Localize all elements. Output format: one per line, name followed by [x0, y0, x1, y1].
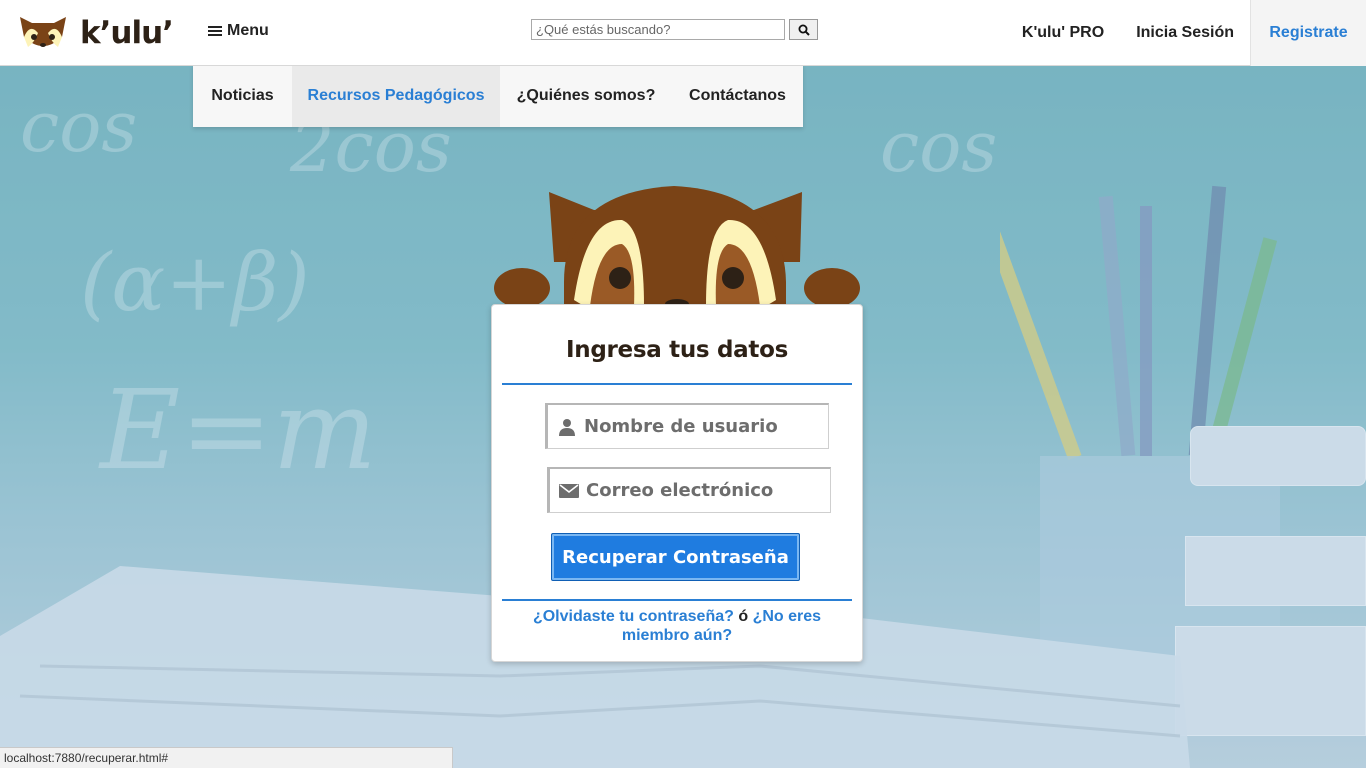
hamburger-icon [208, 24, 222, 38]
brand-name: k’ulu’ [80, 15, 174, 51]
password-recovery-card: Ingresa tus datos Recuperar Contraseña ¿… [491, 304, 863, 662]
search-input[interactable] [531, 19, 785, 40]
menu-item-quienes[interactable]: ¿Quiénes somos? [500, 64, 672, 127]
menu-dropdown: Noticias Recursos Pedagógicos ¿Quiénes s… [193, 64, 803, 127]
forgot-password-link[interactable]: ¿Olvidaste tu contraseña? [533, 608, 734, 625]
search-icon [798, 24, 810, 36]
title-divider [502, 383, 852, 385]
footer-divider [502, 599, 852, 601]
search-button[interactable] [789, 19, 818, 40]
menu-label: Menu [227, 22, 269, 39]
form-title: Ingresa tus datos [566, 337, 788, 363]
email-input[interactable] [586, 480, 816, 501]
recover-password-button[interactable]: Recuperar Contraseña [551, 533, 800, 581]
account-nav: K'ulu' PRO Inicia Sesión Registrate [1006, 0, 1366, 66]
raccoon-logo-icon [20, 17, 66, 47]
username-field [545, 403, 829, 449]
nav-kulu-pro[interactable]: K'ulu' PRO [1006, 0, 1120, 66]
form-footer-links: ¿Olvidaste tu contraseña? ó ¿No eres mie… [512, 607, 842, 645]
user-icon [556, 418, 578, 436]
nav-login[interactable]: Inicia Sesión [1120, 0, 1250, 66]
menu-button[interactable]: Menu [208, 22, 269, 40]
menu-item-recursos[interactable]: Recursos Pedagógicos [292, 64, 500, 127]
brand-logo[interactable]: k’ulu’ [16, 12, 174, 54]
nav-register[interactable]: Registrate [1250, 0, 1366, 66]
menu-item-contacto[interactable]: Contáctanos [672, 64, 803, 127]
menu-item-noticias[interactable]: Noticias [193, 64, 292, 127]
raccoon-mascot-illustration [494, 186, 860, 306]
envelope-icon [558, 483, 580, 498]
username-input[interactable] [584, 416, 814, 437]
link-separator: ó [738, 608, 753, 625]
top-navigation-bar: k’ulu’ Menu K'ulu' PRO Inicia Sesión Reg… [0, 0, 1366, 66]
search-form [531, 19, 818, 40]
email-field [547, 467, 831, 513]
browser-status-bar: localhost:7880/recuperar.html# [0, 747, 453, 768]
